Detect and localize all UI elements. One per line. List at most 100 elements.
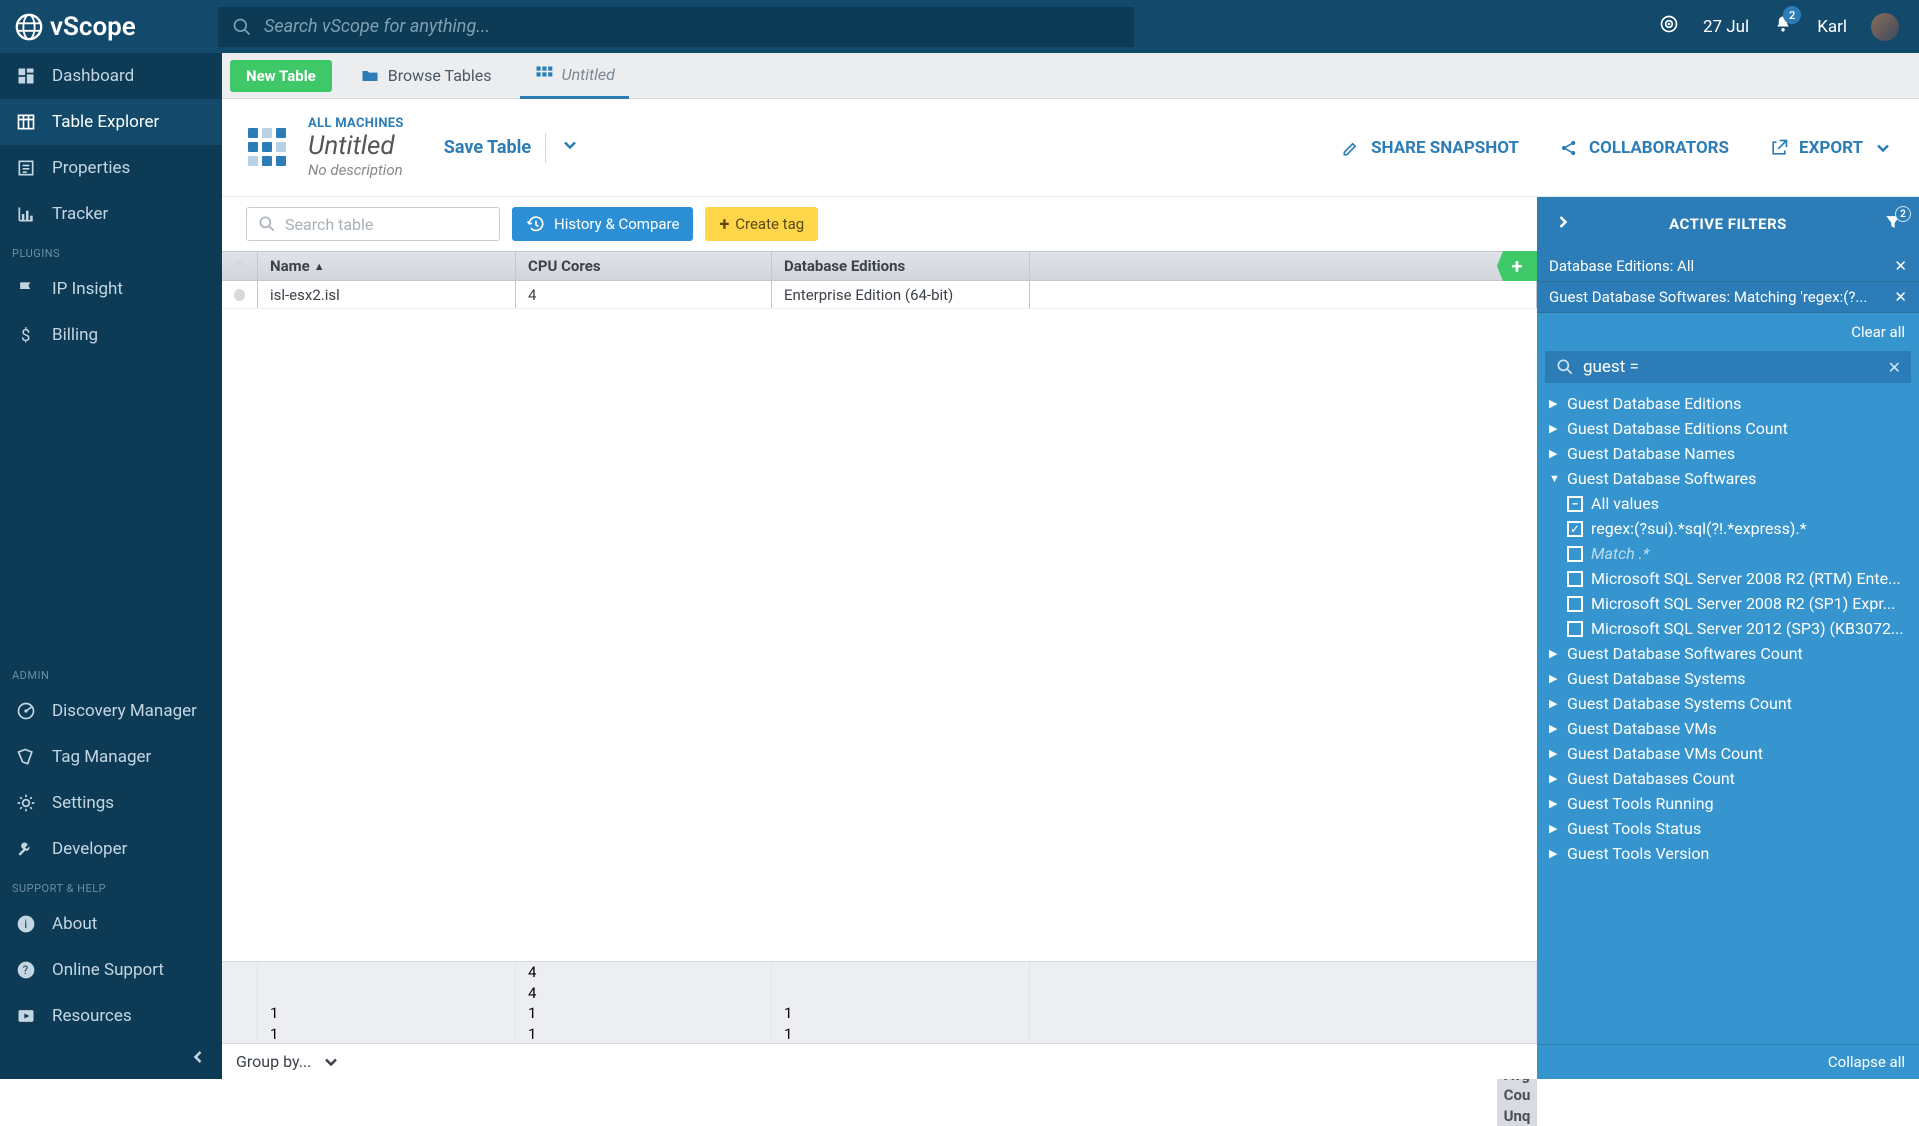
filter-option-match-input[interactable]: Match .* xyxy=(1561,541,1913,566)
tab-untitled[interactable]: Untitled xyxy=(520,53,629,99)
group-by-bar[interactable]: Group by... xyxy=(222,1043,1537,1079)
filter-tree-item[interactable]: ▶Guest Database Editions xyxy=(1543,391,1913,416)
filter-tree-item[interactable]: ▶Guest Tools Status xyxy=(1543,816,1913,841)
filter-tree-item[interactable]: ▶Guest Database VMs Count xyxy=(1543,741,1913,766)
table-search-input[interactable] xyxy=(285,215,489,234)
collapse-all-button[interactable]: Collapse all xyxy=(1828,1053,1905,1071)
checkbox-checked[interactable] xyxy=(1567,521,1583,537)
sidebar-item-tag-manager[interactable]: Tag Manager xyxy=(0,734,222,780)
topbar-date: 27 Jul xyxy=(1703,17,1749,37)
plus-icon: + xyxy=(719,214,729,235)
caret-right-icon: ▶ xyxy=(1549,397,1559,410)
column-header-name[interactable]: Name▲ xyxy=(258,252,516,280)
filter-option[interactable]: Microsoft SQL Server 2008 R2 (RTM) Ente.… xyxy=(1561,566,1913,591)
filter-tree-item[interactable]: ▶Guest Tools Running xyxy=(1543,791,1913,816)
add-column-button[interactable]: + xyxy=(1497,251,1537,281)
filter-funnel-button[interactable]: 2 xyxy=(1883,212,1903,236)
clear-search-button[interactable]: ✕ xyxy=(1888,358,1901,377)
close-icon[interactable]: ✕ xyxy=(1894,288,1907,306)
table-search[interactable] xyxy=(246,207,500,241)
sidebar-item-billing[interactable]: $Billing xyxy=(0,312,222,358)
button-label: Create tag xyxy=(735,215,804,233)
save-table-button[interactable]: Save Table xyxy=(444,137,531,158)
sidebar-item-label: Tracker xyxy=(52,204,108,224)
checkbox[interactable] xyxy=(1567,571,1583,587)
filter-search-input[interactable] xyxy=(1583,357,1880,377)
match-input[interactable]: Match .* xyxy=(1591,544,1649,563)
sidebar-item-discovery-manager[interactable]: Discovery Manager xyxy=(0,688,222,734)
filter-tree: ▶Guest Database Editions ▶Guest Database… xyxy=(1537,391,1919,1044)
filter-search[interactable]: ✕ xyxy=(1545,351,1911,383)
sidebar-item-online-support[interactable]: ?Online Support xyxy=(0,947,222,993)
column-header-cpu-cores[interactable]: CPU Cores xyxy=(516,252,772,280)
group-by-label: Group by... xyxy=(236,1052,311,1071)
sidebar-item-resources[interactable]: Resources xyxy=(0,993,222,1039)
sidebar-collapse-button[interactable] xyxy=(0,1039,222,1079)
sidebar-item-properties[interactable]: Properties xyxy=(0,145,222,191)
export-button[interactable]: EXPORT xyxy=(1769,138,1893,158)
sidebar-item-label: About xyxy=(52,914,97,934)
play-icon xyxy=(16,1006,36,1026)
filter-tree-item[interactable]: ▶Guest Database Softwares Count xyxy=(1543,641,1913,666)
sidebar-item-about[interactable]: iAbout xyxy=(0,901,222,947)
table-row[interactable]: isl-esx2.isl 4 Enterprise Edition (64-bi… xyxy=(222,281,1537,309)
sidebar-item-dashboard[interactable]: Dashboard xyxy=(0,53,222,99)
breadcrumb[interactable]: ALL MACHINES xyxy=(308,116,404,131)
create-tag-button[interactable]: + Create tag xyxy=(705,207,818,241)
caret-right-icon: ▶ xyxy=(1549,747,1559,760)
clear-all-filters[interactable]: Clear all xyxy=(1851,323,1905,341)
sidebar-item-developer[interactable]: Developer xyxy=(0,826,222,872)
checkbox[interactable] xyxy=(1567,621,1583,637)
sidebar-item-table-explorer[interactable]: Table Explorer xyxy=(0,99,222,145)
sidebar-item-ip-insight[interactable]: IP Insight xyxy=(0,266,222,312)
filter-chip[interactable]: Database Editions: All✕ xyxy=(1537,251,1919,282)
select-all-checkbox[interactable] xyxy=(222,252,258,280)
filter-tree-item[interactable]: ▶Guest Database Editions Count xyxy=(1543,416,1913,441)
data-table: Name▲ CPU Cores Database Editions + isl-… xyxy=(222,251,1537,961)
history-compare-button[interactable]: History & Compare xyxy=(512,207,693,241)
notifications-button[interactable]: 2 xyxy=(1773,14,1793,39)
filter-chip[interactable]: Guest Database Softwares: Matching 'rege… xyxy=(1537,282,1919,313)
tab-browse-tables[interactable]: Browse Tables xyxy=(346,53,506,99)
checkbox[interactable] xyxy=(1567,546,1583,562)
row-select[interactable] xyxy=(222,281,258,308)
filter-option[interactable]: Microsoft SQL Server 2008 R2 (SP1) Expr.… xyxy=(1561,591,1913,616)
sidebar-item-settings[interactable]: Settings xyxy=(0,780,222,826)
sidebar-item-label: Tag Manager xyxy=(52,747,151,767)
new-table-button[interactable]: New Table xyxy=(230,60,332,92)
brand-logo[interactable]: vScope xyxy=(0,12,222,42)
option-label: regex:(?sui).*sql(?!.*express).* xyxy=(1591,519,1807,538)
filter-tree-item-open[interactable]: ▼Guest Database Softwares xyxy=(1543,466,1913,491)
save-dropdown-button[interactable] xyxy=(560,135,580,160)
checkbox-indeterminate[interactable] xyxy=(1567,496,1583,512)
close-icon[interactable]: ✕ xyxy=(1894,257,1907,275)
option-label: Microsoft SQL Server 2012 (SP3) (KB3072.… xyxy=(1591,619,1904,638)
collaborators-button[interactable]: COLLABORATORS xyxy=(1559,138,1729,158)
filter-tree-item[interactable]: ▶Guest Database VMs xyxy=(1543,716,1913,741)
global-search-input[interactable] xyxy=(264,16,1120,37)
target-icon[interactable] xyxy=(1659,14,1679,39)
sidebar-item-tracker[interactable]: Tracker xyxy=(0,191,222,237)
global-search[interactable] xyxy=(218,7,1134,47)
filter-tree-item[interactable]: ▶Guest Database Systems Count xyxy=(1543,691,1913,716)
filter-tree-item[interactable]: ▶Guest Database Systems xyxy=(1543,666,1913,691)
filters-collapse-button[interactable] xyxy=(1553,212,1573,236)
filter-tree-item[interactable]: ▶Guest Database Names xyxy=(1543,441,1913,466)
agg-cell: 1 xyxy=(258,1003,516,1024)
svg-text:$: $ xyxy=(21,327,30,346)
column-header-database-editions[interactable]: Database Editions xyxy=(772,252,1030,280)
filter-tree-item[interactable]: ▶Guest Tools Version xyxy=(1543,841,1913,866)
filter-option-all[interactable]: All values xyxy=(1561,491,1913,516)
action-label: EXPORT xyxy=(1799,138,1863,158)
page-title[interactable]: Untitled xyxy=(308,131,404,161)
table-toolbar: History & Compare + Create tag xyxy=(222,197,1537,251)
username[interactable]: Karl xyxy=(1817,17,1847,37)
checkbox[interactable] xyxy=(1567,596,1583,612)
filter-option[interactable]: Microsoft SQL Server 2012 (SP3) (KB3072.… xyxy=(1561,616,1913,641)
avatar[interactable] xyxy=(1871,13,1899,41)
caret-right-icon: ▶ xyxy=(1549,697,1559,710)
sidebar-section-support: SUPPORT & HELP xyxy=(0,872,222,901)
filter-option-regex[interactable]: regex:(?sui).*sql(?!.*express).* xyxy=(1561,516,1913,541)
filter-tree-item[interactable]: ▶Guest Databases Count xyxy=(1543,766,1913,791)
share-snapshot-button[interactable]: SHARE SNAPSHOT xyxy=(1341,138,1519,158)
